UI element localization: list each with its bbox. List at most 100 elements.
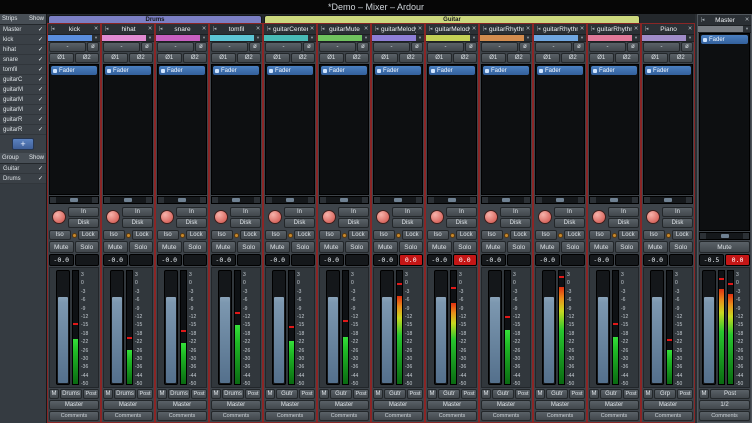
visible-checkbox[interactable]: ✓	[38, 76, 43, 83]
visible-checkbox[interactable]: ✓	[38, 96, 43, 103]
monitor-disk-button[interactable]: Disk	[122, 218, 153, 228]
close-icon[interactable]: ✕	[743, 17, 751, 23]
processor-led-icon[interactable]	[485, 69, 489, 73]
pan-control[interactable]	[699, 232, 750, 240]
metering-point-button[interactable]: M	[699, 389, 709, 399]
colorbar-dropdown-icon[interactable]: ▾	[146, 35, 154, 41]
solo-isolate-button[interactable]: Iso	[643, 230, 665, 240]
record-arm-button[interactable]	[160, 210, 174, 224]
phase-invert-2-button[interactable]: Ø2	[507, 53, 532, 63]
fader-processor[interactable]: Fader	[701, 35, 748, 44]
processor-box[interactable]: Fader	[427, 64, 477, 195]
strip-menu-icon[interactable]: |◂	[372, 26, 381, 32]
level-meter[interactable]	[558, 270, 565, 385]
solo-lock-button[interactable]: Lock	[78, 230, 100, 240]
pan-control[interactable]	[319, 196, 369, 204]
input-button[interactable]: -	[589, 42, 626, 52]
comments-button[interactable]: Comments	[265, 411, 315, 421]
phase-invert-1-button[interactable]: Ø1	[427, 53, 452, 63]
pan-handle[interactable]	[556, 198, 564, 202]
trim-button[interactable]: ø	[357, 42, 369, 52]
output-button[interactable]: Master	[49, 400, 99, 410]
solo-button[interactable]: Solo	[615, 241, 640, 253]
pan-handle[interactable]	[721, 234, 729, 238]
mute-button[interactable]: Mute	[157, 241, 182, 253]
mute-button[interactable]: Mute	[103, 241, 128, 253]
gain-fader[interactable]	[164, 270, 178, 385]
record-arm-button[interactable]	[322, 210, 336, 224]
monitor-input-button[interactable]: In	[68, 207, 99, 217]
gain-display[interactable]: -0.0	[319, 254, 344, 266]
gain-display[interactable]: -0.0	[589, 254, 614, 266]
gain-display[interactable]: -0.0	[103, 254, 128, 266]
track-name-button[interactable]: hihat	[111, 26, 146, 33]
mute-button[interactable]: Mute	[211, 241, 236, 253]
processor-box[interactable]: Fader	[49, 64, 99, 195]
monitor-input-button[interactable]: In	[122, 207, 153, 217]
processor-box[interactable]: Fader	[643, 64, 693, 195]
solo-button[interactable]: Solo	[291, 241, 316, 253]
pan-control[interactable]	[211, 196, 261, 204]
level-meter[interactable]	[342, 270, 349, 385]
strips-list-item[interactable]: Master ✓	[0, 25, 46, 35]
colorbar-dropdown-icon[interactable]: ▾	[200, 35, 208, 41]
solo-button[interactable]: Solo	[507, 241, 532, 253]
comments-button[interactable]: Comments	[319, 411, 369, 421]
peak-display[interactable]	[669, 254, 694, 266]
phase-invert-2-button[interactable]: Ø2	[453, 53, 478, 63]
mute-button[interactable]: Mute	[427, 241, 452, 253]
processor-led-icon[interactable]	[269, 69, 273, 73]
record-arm-button[interactable]	[106, 210, 120, 224]
strips-list-item[interactable]: guitarM ✓	[0, 85, 46, 95]
meter-post-button[interactable]: Post	[407, 389, 423, 399]
group-button[interactable]: Drums	[222, 389, 244, 399]
phase-invert-1-button[interactable]: Ø1	[373, 53, 398, 63]
gain-fader[interactable]	[650, 270, 664, 385]
monitor-disk-button[interactable]: Disk	[338, 218, 369, 228]
peak-display[interactable]	[291, 254, 316, 266]
pan-control[interactable]	[373, 196, 423, 204]
group-visible-checkbox[interactable]: ✓	[38, 175, 43, 182]
gain-fader[interactable]	[110, 270, 124, 385]
record-arm-button[interactable]	[430, 210, 444, 224]
processor-led-icon[interactable]	[107, 69, 111, 73]
monitor-disk-button[interactable]: Disk	[392, 218, 423, 228]
phase-invert-2-button[interactable]: Ø2	[237, 53, 262, 63]
phase-invert-1-button[interactable]: Ø1	[211, 53, 236, 63]
monitor-input-button[interactable]: In	[608, 207, 639, 217]
meter-post-button[interactable]: Post	[677, 389, 693, 399]
group-button[interactable]: Gutr	[276, 389, 298, 399]
strip-menu-icon[interactable]: |◂	[264, 26, 273, 32]
trim-button[interactable]: ø	[681, 42, 693, 52]
gain-display[interactable]: -0.0	[157, 254, 182, 266]
track-name-button[interactable]: guitarCenter	[273, 26, 308, 33]
pan-handle[interactable]	[448, 198, 456, 202]
metering-point-button[interactable]: M	[157, 389, 167, 399]
metering-point-button[interactable]: M	[265, 389, 275, 399]
peak-display[interactable]: 0.0	[399, 254, 424, 266]
output-button[interactable]: Master	[211, 400, 261, 410]
solo-lock-button[interactable]: Lock	[240, 230, 262, 240]
colorbar-dropdown-icon[interactable]: ▾	[416, 35, 424, 41]
solo-isolate-button[interactable]: Iso	[211, 230, 233, 240]
phase-invert-1-button[interactable]: Ø1	[319, 53, 344, 63]
colorbar-dropdown-icon[interactable]: ▾	[578, 35, 586, 41]
pan-control[interactable]	[49, 196, 99, 204]
phase-invert-1-button[interactable]: Ø1	[589, 53, 614, 63]
monitor-input-button[interactable]: In	[230, 207, 261, 217]
output-button[interactable]: Master	[265, 400, 315, 410]
strips-list-item[interactable]: guitarM ✓	[0, 105, 46, 115]
colorbar-dropdown-icon[interactable]: ▾	[743, 26, 751, 32]
processor-box[interactable]: Fader	[481, 64, 531, 195]
level-meter[interactable]	[72, 270, 79, 385]
visible-checkbox[interactable]: ✓	[38, 126, 43, 133]
solo-isolate-button[interactable]: Iso	[373, 230, 395, 240]
gain-display[interactable]: -0.0	[373, 254, 398, 266]
colorbar-dropdown-icon[interactable]: ▾	[362, 35, 370, 41]
input-button[interactable]: -	[643, 42, 680, 52]
monitor-disk-button[interactable]: Disk	[500, 218, 531, 228]
meter-post-button[interactable]: Post	[353, 389, 369, 399]
strips-list-item[interactable]: guitarR ✓	[0, 125, 46, 135]
group-tab[interactable]: Drums	[48, 15, 262, 23]
solo-isolate-button[interactable]: Iso	[427, 230, 449, 240]
